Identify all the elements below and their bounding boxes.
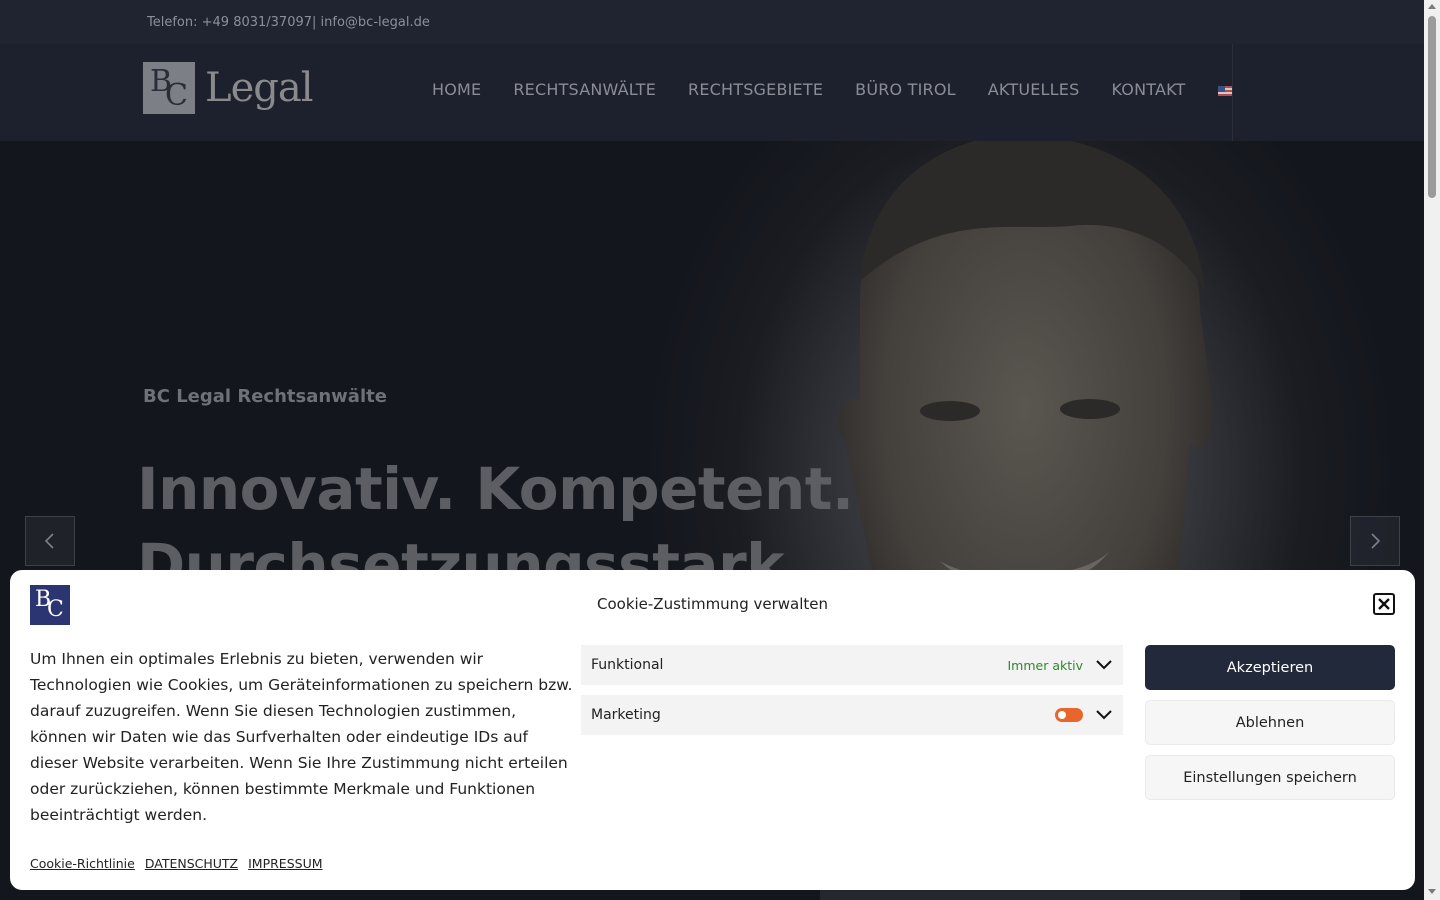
email-link[interactable]: info@bc-legal.de [321,15,430,30]
save-preferences-button[interactable]: Einstellungen speichern [1145,755,1395,800]
imprint-link[interactable]: IMPRESSUM [248,856,322,871]
accept-button[interactable]: Akzeptieren [1145,645,1395,690]
cookie-title: Cookie-Zustimmung verwalten [596,595,828,613]
category-label: Funktional [591,657,664,673]
header-divider [1232,44,1233,141]
nav-item-home[interactable]: HOME [432,80,481,99]
contact-separator: | [312,15,317,30]
nav-item-rechtsgebiete[interactable]: RECHTSGEBIETE [688,80,823,99]
site-logo[interactable]: BC Legal [143,62,313,114]
deny-button[interactable]: Ablehnen [1145,700,1395,745]
logo-text: Legal [205,65,313,111]
top-contact-bar: Telefon: +49 8031/37097| info@bc-legal.d… [0,0,1424,44]
cookie-category-marketing[interactable]: Marketing [581,695,1123,735]
always-active-badge: Immer aktiv [1007,657,1083,673]
privacy-link[interactable]: DATENSCHUTZ [145,856,238,871]
nav-item-aktuelles[interactable]: AKTUELLES [988,80,1080,99]
hero-kicker: BC Legal Rechtsanwälte [143,386,387,407]
scroll-up-icon[interactable] [1428,4,1436,9]
main-nav: HOME RECHTSANWÄLTE RECHTSGEBIETE BÜRO TI… [432,80,1233,99]
hero-headline-line1: Innovativ. Kompetent. [137,455,854,523]
cookie-links: Cookie-Richtlinie DATENSCHUTZ IMPRESSUM [30,856,323,871]
us-flag-icon[interactable] [1217,86,1233,96]
site-header: BC Legal HOME RECHTSANWÄLTE RECHTSGEBIET… [0,44,1424,141]
nav-item-buero-tirol[interactable]: BÜRO TIROL [855,80,956,99]
contact-info: Telefon: +49 8031/37097| info@bc-legal.d… [147,15,430,30]
chevron-left-icon [44,533,54,549]
chevron-down-icon[interactable] [1095,656,1113,674]
cookie-policy-link[interactable]: Cookie-Richtlinie [30,856,135,871]
scroll-thumb[interactable] [1428,16,1436,198]
close-icon [1378,598,1390,610]
cookie-close-button[interactable] [1373,593,1395,615]
chevron-right-icon [1371,533,1381,549]
slider-next-button[interactable] [1350,516,1400,566]
cookie-description: Um Ihnen ein optimales Erlebnis zu biete… [30,650,573,824]
logo-mark-icon: BC [143,62,195,114]
phone-link[interactable]: Telefon: +49 8031/37097 [147,15,312,30]
nav-item-kontakt[interactable]: KONTAKT [1111,80,1185,99]
slider-prev-button[interactable] [25,516,75,566]
page-scrollbar[interactable] [1424,0,1440,900]
cookie-consent-banner: BC Cookie-Zustimmung verwalten Um Ihnen … [10,570,1415,890]
cookie-category-funktional[interactable]: Funktional Immer aktiv [581,645,1123,685]
chevron-down-icon[interactable] [1095,706,1113,724]
marketing-toggle[interactable] [1055,708,1083,722]
scroll-down-icon[interactable] [1428,889,1436,894]
nav-item-rechtsanwaelte[interactable]: RECHTSANWÄLTE [513,80,656,99]
category-label: Marketing [591,707,661,723]
